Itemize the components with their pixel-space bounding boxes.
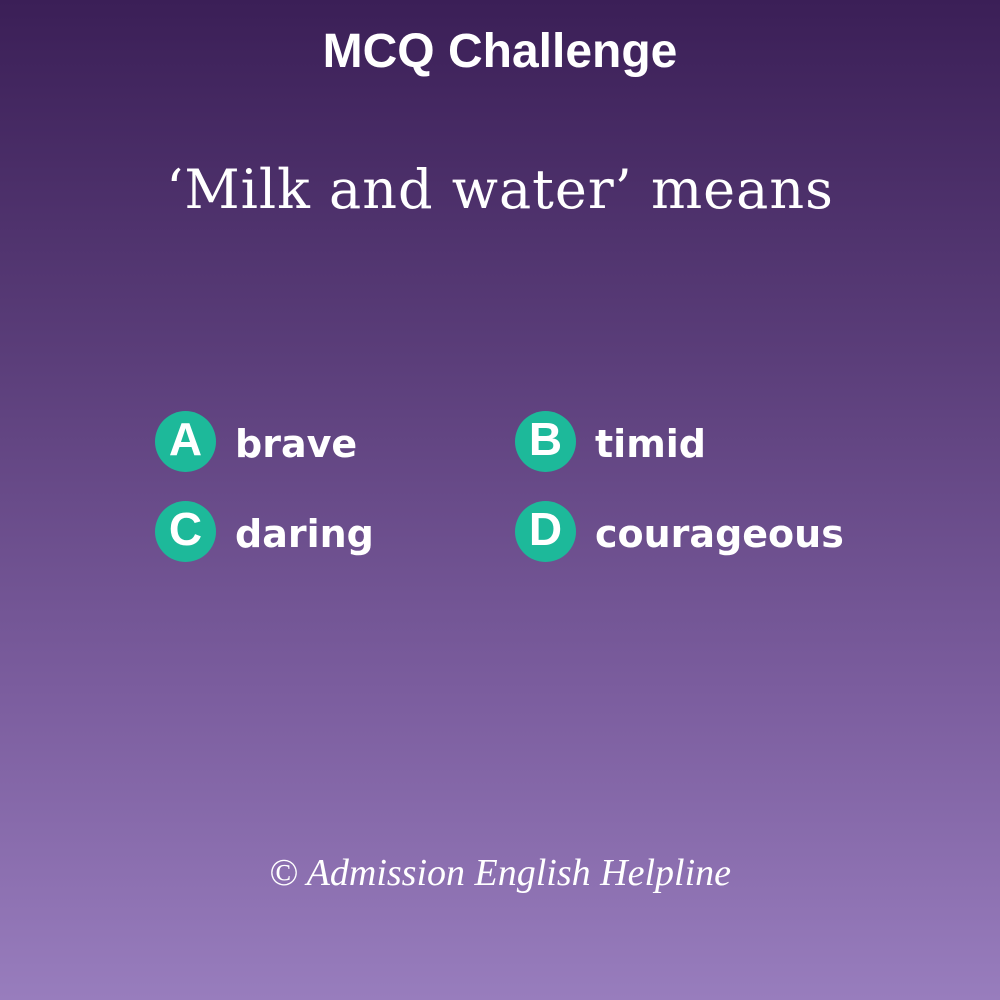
page-title: MCQ Challenge — [322, 25, 678, 78]
option-a-label: brave — [235, 422, 358, 466]
option-c-label: daring — [235, 512, 374, 556]
option-b[interactable]: B timid — [515, 410, 706, 472]
option-d[interactable]: D courageous — [515, 500, 844, 562]
option-c-badge: C — [155, 500, 216, 562]
copyright-footer: © Admission English Helpline — [269, 852, 731, 894]
option-a[interactable]: A brave — [155, 410, 357, 472]
option-b-label: timid — [595, 422, 707, 466]
option-d-label: courageous — [595, 512, 844, 556]
option-d-badge: D — [515, 500, 576, 562]
option-a-badge: A — [155, 410, 216, 472]
question-text: ‘Milk and water’ means — [166, 158, 834, 221]
option-b-badge: B — [515, 410, 576, 472]
mcq-card: MCQ Challenge ‘Milk and water’ means A b… — [0, 0, 1000, 1000]
option-c[interactable]: C daring — [155, 500, 374, 562]
